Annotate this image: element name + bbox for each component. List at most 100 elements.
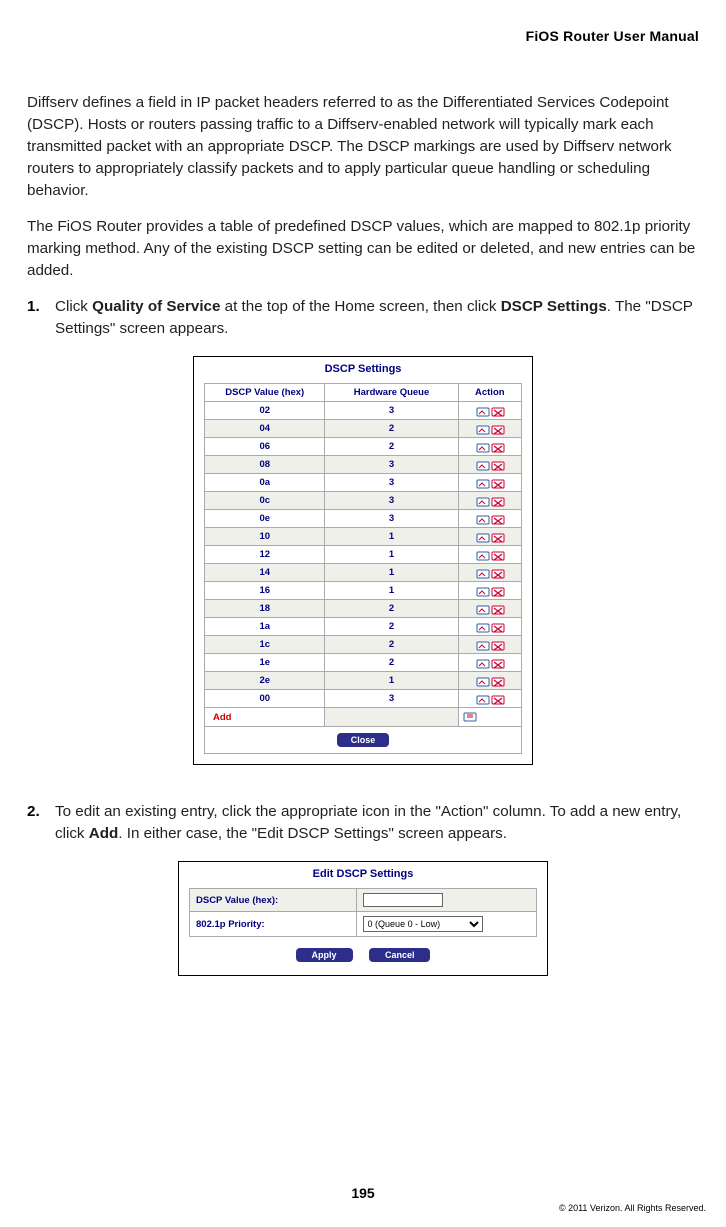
close-button[interactable]: Close [337,733,390,747]
delete-icon[interactable] [491,406,503,416]
edit-icon[interactable] [476,568,488,578]
delete-icon[interactable] [491,532,503,542]
edit-icon[interactable] [476,658,488,668]
intro-para-2: The FiOS Router provides a table of pred… [27,216,699,282]
add-link[interactable]: Add [205,708,325,727]
dscp-settings-title: DSCP Settings [204,363,522,375]
edit-icon[interactable] [476,622,488,632]
hw-queue-cell: 3 [325,474,458,492]
add-icon[interactable] [463,711,517,723]
table-row: 003 [205,690,522,708]
table-row: 0e3 [205,510,522,528]
action-cell [458,438,521,456]
delete-icon[interactable] [491,622,503,632]
apply-button[interactable]: Apply [296,948,353,962]
table-row: 042 [205,420,522,438]
hw-queue-cell: 3 [325,690,458,708]
dscp-table: DSCP Value (hex) Hardware Queue Action 0… [204,383,522,754]
dscp-value-cell: 2e [205,672,325,690]
step-2-number: 2. [27,801,45,845]
dscp-value-cell: 02 [205,402,325,420]
action-cell [458,402,521,420]
hw-queue-cell: 2 [325,618,458,636]
action-cell [458,618,521,636]
action-cell [458,582,521,600]
dscp-value-cell: 1c [205,636,325,654]
table-row: 083 [205,456,522,474]
action-cell [458,546,521,564]
hw-queue-cell: 3 [325,456,458,474]
edit-icon[interactable] [476,424,488,434]
dscp-value-cell: 10 [205,528,325,546]
table-row: 0a3 [205,474,522,492]
dscp-value-cell: 00 [205,690,325,708]
delete-icon[interactable] [491,676,503,686]
edit-icon[interactable] [476,496,488,506]
dscp-value-cell: 12 [205,546,325,564]
dscp-value-cell: 06 [205,438,325,456]
action-cell [458,600,521,618]
intro-para-1: Diffserv defines a field in IP packet he… [27,92,699,202]
hw-queue-cell: 3 [325,510,458,528]
edit-icon[interactable] [476,586,488,596]
dscp-value-cell: 0a [205,474,325,492]
dscp-value-cell: 0e [205,510,325,528]
edit-dscp-table: DSCP Value (hex): 802.1p Priority: 0 (Qu… [189,888,537,937]
hw-queue-cell: 2 [325,654,458,672]
dscp-value-input[interactable] [363,893,443,907]
delete-icon[interactable] [491,586,503,596]
delete-icon[interactable] [491,658,503,668]
delete-icon[interactable] [491,424,503,434]
step-1-number: 1. [27,296,45,340]
delete-icon[interactable] [491,478,503,488]
dscp-value-cell: 04 [205,420,325,438]
cancel-button[interactable]: Cancel [369,948,431,962]
priority-select[interactable]: 0 (Queue 0 - Low) [363,916,483,932]
delete-icon[interactable] [491,568,503,578]
step-1-bold1: Quality of Service [92,298,220,315]
edit-icon[interactable] [476,478,488,488]
hw-queue-cell: 1 [325,528,458,546]
step-1-pre: Click [55,298,92,315]
table-row: 101 [205,528,522,546]
edit-icon[interactable] [476,676,488,686]
edit-icon[interactable] [476,604,488,614]
edit-icon[interactable] [476,550,488,560]
table-row: 1a2 [205,618,522,636]
edit-dscp-title: Edit DSCP Settings [189,868,537,880]
dscp-value-cell: 08 [205,456,325,474]
delete-icon[interactable] [491,604,503,614]
action-cell [458,564,521,582]
doc-header-title: FiOS Router User Manual [27,28,699,44]
step-1: 1. Click Quality of Service at the top o… [27,296,699,340]
action-cell [458,690,521,708]
action-cell [458,672,521,690]
action-cell [458,420,521,438]
delete-icon[interactable] [491,514,503,524]
edit-icon[interactable] [476,406,488,416]
copyright-text: © 2011 Verizon. All Rights Reserved. [559,1203,706,1213]
delete-icon[interactable] [491,550,503,560]
dscp-value-cell: 1e [205,654,325,672]
hw-queue-cell: 2 [325,420,458,438]
delete-icon[interactable] [491,496,503,506]
dscp-settings-figure: DSCP Settings DSCP Value (hex) Hardware … [193,356,533,765]
table-row: 062 [205,438,522,456]
table-row: 161 [205,582,522,600]
action-cell [458,528,521,546]
dscp-value-cell: 16 [205,582,325,600]
edit-icon[interactable] [476,514,488,524]
edit-icon[interactable] [476,694,488,704]
edit-icon[interactable] [476,532,488,542]
edit-icon[interactable] [476,442,488,452]
delete-icon[interactable] [491,640,503,650]
step-1-mid: at the top of the Home screen, then clic… [220,298,500,315]
action-cell [458,510,521,528]
table-row: 1e2 [205,654,522,672]
edit-icon[interactable] [476,460,488,470]
delete-icon[interactable] [491,694,503,704]
action-cell [458,654,521,672]
delete-icon[interactable] [491,442,503,452]
delete-icon[interactable] [491,460,503,470]
edit-icon[interactable] [476,640,488,650]
